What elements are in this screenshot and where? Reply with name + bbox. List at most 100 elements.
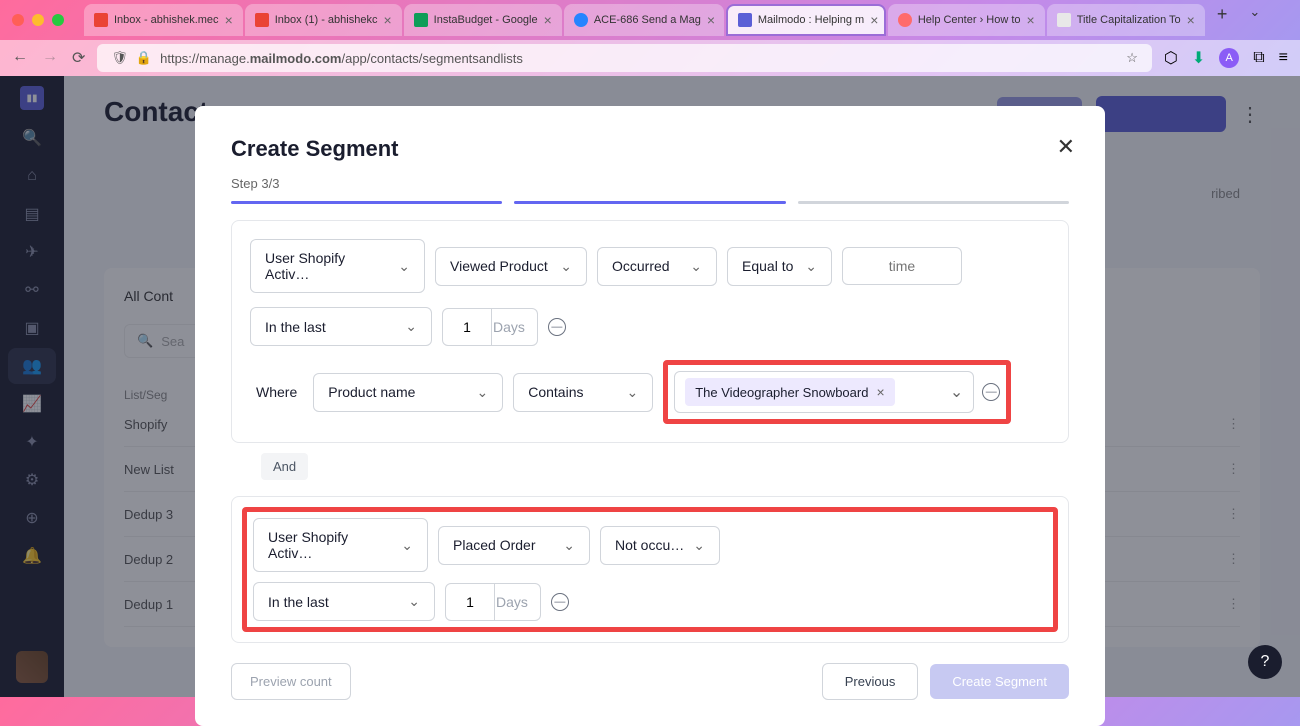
back-button[interactable]: ← [12,48,28,68]
occurrence-select[interactable]: Not occu…⌄ [600,526,720,565]
minimize-window[interactable] [32,14,44,26]
range-select[interactable]: In the last⌄ [250,307,432,346]
menu-icon[interactable]: ≡ [1279,49,1288,67]
step-bar-1 [231,201,502,204]
modal-overlay: Create Segment ✕ Step 3/3 User Shopify A… [0,76,1300,697]
jira-icon [574,13,588,27]
chevron-down-icon: ⌄ [401,537,413,554]
step-bar-3 [798,201,1069,204]
shield-icon: 🛡 [111,50,128,66]
new-tab-button[interactable]: + [1207,4,1238,36]
time-input[interactable] [842,247,962,285]
browser-tab[interactable]: Inbox - abhishek.mec × [84,4,243,36]
browser-tab[interactable]: Title Capitalization To × [1047,4,1205,36]
chevron-down-icon: ⌄ [477,384,489,401]
browser-tab[interactable]: ACE-686 Send a Mag × [564,4,724,36]
url-input[interactable]: 🛡 🔒 https://manage.mailmodo.com/app/cont… [97,44,1151,72]
window-controls [12,14,64,26]
tab-overflow-button[interactable]: ⌄ [1239,4,1270,36]
activity-select[interactable]: User Shopify Activ…⌄ [253,518,428,572]
close-icon[interactable]: × [225,12,233,28]
toolbar-actions: ⬡ ⬇ A ⧉ ≡ [1164,48,1288,68]
preview-count-button[interactable]: Preview count [231,663,351,700]
days-label: Days [481,308,538,346]
range-select[interactable]: In the last⌄ [253,582,435,621]
bookmark-icon[interactable]: ☆ [1126,50,1138,66]
create-segment-modal: Create Segment ✕ Step 3/3 User Shopify A… [195,106,1105,726]
close-icon[interactable]: ✕ [1057,134,1075,160]
profile-avatar[interactable]: A [1219,48,1239,68]
chevron-down-icon: ⌄ [690,258,702,275]
close-icon[interactable]: × [1027,12,1035,28]
browser-tab-strip: Inbox - abhishek.mec × Inbox (1) - abhish… [0,0,1300,40]
chevron-down-icon: ⌄ [405,318,417,335]
chevron-down-icon: ⌄ [627,384,639,401]
value-multiselect[interactable]: The Videographer Snowboard× ⌄ [674,371,974,413]
forward-button[interactable]: → [42,48,58,68]
browser-tab[interactable]: Inbox (1) - abhishekc × [245,4,402,36]
create-segment-button[interactable]: Create Segment [930,664,1069,699]
event-select[interactable]: Viewed Product⌄ [435,247,587,286]
mailmodo-icon [738,13,752,27]
where-label: Where [250,384,303,400]
remove-icon[interactable]: — [548,318,566,336]
highlighted-condition-box: User Shopify Activ…⌄ Placed Order⌄ Not o… [242,507,1058,632]
step-indicator: Step 3/3 [231,176,1069,191]
days-label: Days [484,583,541,621]
close-window[interactable] [12,14,24,26]
step-bar-2 [514,201,785,204]
browser-tab[interactable]: Help Center › How to × [888,4,1045,36]
highlighted-value-box: The Videographer Snowboard× ⌄ — [663,360,1011,424]
activity-select[interactable]: User Shopify Activ…⌄ [250,239,425,293]
close-icon[interactable]: × [383,12,391,28]
help-fab[interactable]: ? [1248,645,1282,679]
chevron-down-icon: ⌄ [950,382,963,402]
close-icon[interactable]: × [870,12,878,28]
tab-label: Inbox - abhishek.mec [114,14,219,26]
chevron-down-icon: ⌄ [563,537,575,554]
attribute-select[interactable]: Product name⌄ [313,373,503,412]
tab-label: InstaBudget - Google [434,14,538,26]
chevron-down-icon: ⌄ [398,258,410,275]
help-icon [898,13,912,27]
lock-icon: 🔒 [136,50,152,66]
nav-controls: ← → ⟳ [12,48,85,68]
tab-label: ACE-686 Send a Mag [594,14,701,26]
address-bar: ← → ⟳ 🛡 🔒 https://manage.mailmodo.com/ap… [0,40,1300,76]
download-icon[interactable]: ⬇ [1192,48,1205,68]
tab-label: Mailmodo : Helping m [758,14,864,26]
previous-button[interactable]: Previous [822,663,919,700]
occurrence-select[interactable]: Occurred⌄ [597,247,717,286]
sheets-icon [414,13,428,27]
tab-list: Inbox - abhishek.mec × Inbox (1) - abhish… [84,4,1288,36]
chevron-down-icon: ⌄ [560,258,572,275]
url-text: https://manage.mailmodo.com/app/contacts… [160,51,523,66]
close-icon[interactable]: × [707,12,715,28]
chevron-down-icon: ⌄ [805,258,817,275]
close-icon[interactable]: × [1187,12,1195,28]
and-connector[interactable]: And [261,453,308,480]
gmail-icon [94,13,108,27]
match-select[interactable]: Contains⌄ [513,373,653,412]
tab-label: Inbox (1) - abhishekc [275,14,378,26]
reload-button[interactable]: ⟳ [72,48,85,68]
chip-remove-icon[interactable]: × [876,384,884,400]
maximize-window[interactable] [52,14,64,26]
browser-tab[interactable]: InstaBudget - Google × [404,4,562,36]
operator-select[interactable]: Equal to⌄ [727,247,832,286]
close-icon[interactable]: × [544,12,552,28]
tab-label: Help Center › How to [918,14,1021,26]
app-root: ▮▮ 🔍 ⌂ ▤ ✈ ⚯ ▣ 👥 📈 ✦ ⚙ ⊕ 🔔 Contacts onta… [0,76,1300,697]
browser-tab-active[interactable]: Mailmodo : Helping m × [726,4,886,36]
condition-block-2: User Shopify Activ…⌄ Placed Order⌄ Not o… [231,496,1069,643]
tab-label: Title Capitalization To [1077,14,1181,26]
remove-icon[interactable]: — [551,593,569,611]
chevron-down-icon: ⌄ [693,537,705,554]
remove-icon[interactable]: — [982,383,1000,401]
modal-footer: Preview count Previous Create Segment [231,663,1069,700]
pocket-icon[interactable]: ⬡ [1164,48,1178,68]
selected-chip: The Videographer Snowboard× [685,378,894,406]
event-select[interactable]: Placed Order⌄ [438,526,590,565]
chevron-down-icon: ⌄ [408,593,420,610]
extensions-icon[interactable]: ⧉ [1253,49,1264,67]
